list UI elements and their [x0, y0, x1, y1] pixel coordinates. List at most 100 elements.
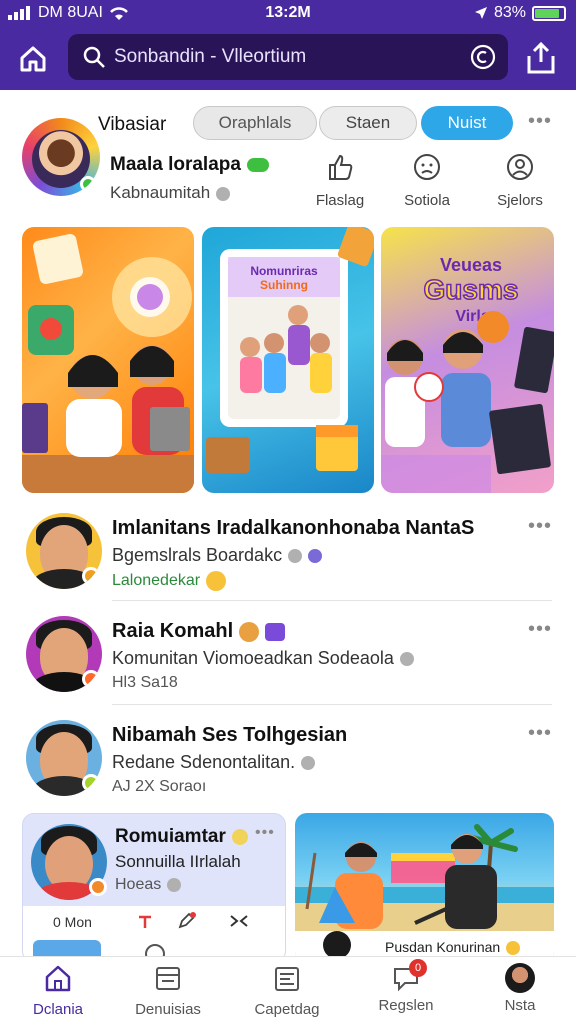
card-3-illustration: Veueas Gusms Virlac [381, 255, 554, 493]
feed-title[interactable]: Nibamah Ses Tolhgesian [112, 724, 347, 747]
link-icon[interactable] [229, 914, 249, 928]
verified-icon [288, 549, 303, 564]
list-item[interactable]: Nibamah Ses Tolhgesian Redane Sdenontali… [0, 710, 576, 814]
home-icon [45, 965, 71, 992]
event-caption: Pusdan Konurinan [385, 939, 521, 956]
pin-icon[interactable] [137, 914, 153, 930]
more-options-icon[interactable]: ••• [528, 618, 552, 641]
status-pill-icon [246, 157, 269, 172]
emoji-icon [506, 941, 521, 956]
more-options-icon[interactable]: ••• [255, 824, 275, 842]
status-bar: DM 8UAI 13:2M 83% [0, 0, 576, 26]
feed-title[interactable]: Raia Komahl [112, 620, 286, 643]
action-react[interactable]: Sotiola [392, 152, 462, 209]
home-button[interactable] [14, 40, 52, 78]
action-like-label: Flaslag [315, 192, 365, 209]
community-card[interactable]: Romuiamtar Sonnuilla IIrlalah Hoeas ••• … [22, 813, 286, 963]
status-badge [89, 878, 107, 896]
chip-filter-1[interactable]: Oraphlals [193, 106, 317, 140]
nav-inbox[interactable]: Denuisias [118, 963, 218, 1018]
avatar[interactable] [26, 616, 102, 692]
profile-avatar[interactable] [22, 118, 100, 196]
more-options-icon[interactable]: ••• [528, 110, 552, 133]
divider [112, 704, 552, 705]
feed-subtitle: Komunitan Viomoeadkan Sodeaola [112, 648, 414, 669]
notification-badge: 0 [409, 959, 427, 977]
battery-percent: 83% [493, 4, 526, 21]
face-icon [414, 154, 440, 180]
profile-subtitle: Kabnaumitah [110, 183, 231, 203]
verified-icon [216, 186, 231, 201]
thumb-up-icon [329, 154, 353, 180]
status-badge [82, 774, 100, 792]
card-3-title-2: Gusms [424, 274, 519, 305]
nav-inbox-label: Denuisias [135, 1001, 201, 1018]
nav-calendar-label: Capetdag [254, 1001, 320, 1018]
featured-cards: Nomunriras Suhinng Veueas Gusms Virlac [22, 227, 554, 493]
list-item[interactable]: Raia Komahl Komunitan Viomoeadkan Sodeao… [0, 606, 576, 710]
feed-subtitle: Bgemslrals Boardakc [112, 545, 323, 566]
feed-meta: Lalonedekar [112, 571, 227, 591]
status-right: 83% [474, 4, 566, 22]
settings-icon[interactable] [470, 44, 496, 70]
home-icon [20, 46, 46, 72]
divider [112, 600, 552, 601]
featured-card-1[interactable] [22, 227, 194, 493]
feed-title[interactable]: Imlanitans Iradalkanonhonaba NantaS [112, 517, 474, 540]
bottom-nav: Dclania Denuisias Capetdag 0 Regslen Nst… [0, 956, 576, 1024]
more-options-icon[interactable]: ••• [528, 722, 552, 745]
location-icon [474, 7, 487, 19]
feed-subtitle: Redane Sdenontalitan. [112, 752, 316, 773]
community-card-footer: 0 Mon [23, 906, 285, 962]
event-card[interactable]: Pusdan Konurinan [295, 813, 554, 963]
verified-icon [301, 756, 316, 771]
card-2-title: Nomunriras [250, 264, 318, 278]
edit-icon[interactable] [177, 912, 197, 930]
card-2-subtitle: Suhinng [260, 278, 308, 292]
featured-card-2[interactable]: Nomunriras Suhinng [202, 227, 374, 493]
action-followers-label: Sjelors [497, 192, 543, 209]
action-like[interactable]: Flaslag [305, 152, 375, 209]
app-header: Sonbandin - Vlleortium [0, 26, 576, 90]
share-icon [527, 41, 555, 74]
verified-icon [167, 877, 182, 892]
action-followers[interactable]: Sjelors [485, 152, 555, 209]
status-badge [82, 567, 100, 585]
avatar[interactable] [26, 720, 102, 796]
featured-card-3[interactable]: Veueas Gusms Virlac [381, 227, 554, 493]
nav-calendar[interactable]: Capetdag [237, 963, 337, 1018]
action-react-label: Sotiola [404, 192, 450, 209]
list-item[interactable]: Imlanitans Iradalkanonhonaba NantaS Bgem… [0, 503, 576, 607]
share-button[interactable] [524, 40, 558, 76]
search-input[interactable]: Sonbandin - Vlleortium [114, 46, 306, 68]
chip-filter-2[interactable]: Staen [319, 106, 417, 140]
avatar[interactable] [26, 513, 102, 589]
profile-name: Maala loralapa [110, 154, 269, 176]
search-bar[interactable]: Sonbandin - Vlleortium [68, 34, 508, 80]
hat-icon [239, 621, 260, 642]
community-title: Romuiamtar [115, 826, 248, 848]
card-3-title-1: Veueas [440, 255, 502, 275]
nav-chat[interactable]: 0 Regslen [356, 959, 456, 1014]
card-2-illustration: Nomunriras Suhinng [206, 227, 374, 473]
link-icon [308, 549, 323, 564]
nav-home[interactable]: Dclania [8, 963, 108, 1018]
verified-icon [399, 652, 414, 667]
online-indicator [80, 176, 96, 192]
nav-home-label: Dclania [32, 1001, 84, 1018]
more-options-icon[interactable]: ••• [528, 515, 552, 538]
nav-chat-label: Regslen [378, 997, 434, 1014]
status-badge [82, 670, 100, 688]
tag-icon [265, 622, 286, 641]
feed-meta: Hl3 Sa18 [112, 674, 178, 691]
smile-icon [206, 571, 227, 591]
nav-profile[interactable]: Nsta [470, 963, 570, 1014]
community-subtitle: Sonnuilla IIrlalah [115, 852, 241, 871]
community-meta: Hoeas [115, 876, 182, 894]
profile-section: Vibasiar Oraphlals Staen Nuist ••• Maala… [0, 98, 576, 218]
user-icon [507, 154, 533, 180]
battery-icon [532, 5, 566, 21]
feed-meta: AJ 2X Soraoı [112, 778, 207, 795]
footer-count: 0 Mon [53, 914, 92, 930]
chip-filter-3[interactable]: Nuist [421, 106, 513, 140]
